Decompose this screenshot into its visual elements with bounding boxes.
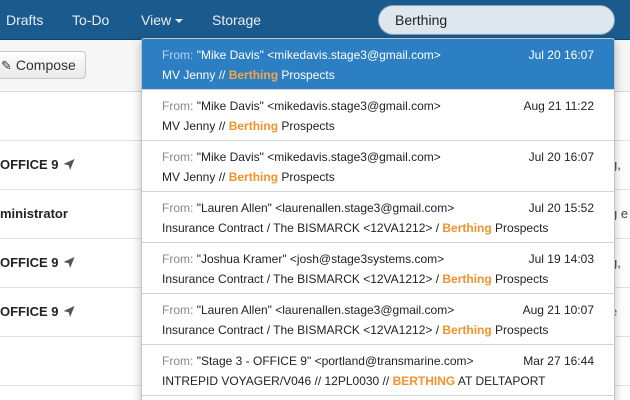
result-date: Jul 20 16:07 [528,150,594,164]
result-date: Jul 20 15:52 [528,201,594,215]
result-subject: Insurance Contract / The BISMARCK <12VA1… [162,272,549,286]
result-from: From: "Mike Davis" <mikedavis.stage3@gma… [162,150,441,164]
message-sender: OFFICE 9 [0,255,75,270]
result-date: Aug 21 10:07 [522,303,594,317]
message-sender: OFFICE 9 [0,304,75,319]
result-date: Jul 20 16:07 [528,48,594,62]
caret-down-icon [175,19,184,24]
pencil-icon: ✎ [1,58,12,73]
send-icon [63,257,75,268]
search-results-dropdown: From: "Mike Davis" <mikedavis.stage3@gma… [141,38,615,400]
result-subject: Insurance Contract / The BISMARCK <12VA1… [162,323,549,337]
result-from: From: "Mike Davis" <mikedavis.stage3@gma… [162,48,441,62]
search-result-item[interactable]: From: "Lauren Allen" <laurenallen.stage3… [142,294,614,345]
nav-view-label: View [141,12,172,28]
result-date: Jul 19 14:03 [528,252,594,266]
compose-label: Compose [15,57,76,73]
result-from: From: "Lauren Allen" <laurenallen.stage3… [162,201,455,215]
nav-storage[interactable]: Storage [212,0,261,40]
search-input[interactable] [378,5,615,35]
nav-drafts[interactable]: Drafts [6,0,43,40]
result-subject: MV Jenny // Berthing Prospects [162,68,335,82]
message-sender: ministrator [0,206,68,221]
result-from: From: "Mike Davis" <mikedavis.stage3@gma… [162,99,441,113]
nav-todo[interactable]: To-Do [72,0,109,40]
result-date: Mar 27 16:44 [523,354,594,368]
send-icon [63,306,75,317]
result-date: Aug 21 11:22 [523,99,594,113]
result-from: From: "Joshua Kramer" <josh@stage3system… [162,252,445,266]
result-from: From: "Stage 3 - OFFICE 9" <portland@tra… [162,354,474,368]
nav-view-dropdown[interactable]: View [141,0,184,40]
result-subject: MV Jenny // Berthing Prospects [162,170,335,184]
result-from: From: "Lauren Allen" <laurenallen.stage3… [162,303,455,317]
result-subject: INTREPID VOYAGER/V046 // 12PL0030 // BER… [162,374,546,388]
search-result-item[interactable]: From: "Mike Davis" <mikedavis.stage3@gma… [142,90,614,141]
send-icon [63,159,75,170]
result-subject: MV Jenny // Berthing Prospects [162,119,335,133]
search-result-item[interactable]: From: "Mike Davis" <mikedavis.stage3@gma… [142,141,614,192]
search-result-item[interactable]: From: "Mike Davis" <mikedavis.stage3@gma… [142,39,614,90]
top-navbar: Drafts To-Do View Storage [0,0,630,40]
result-subject: Insurance Contract / The BISMARCK <12VA1… [162,221,549,235]
search-result-item[interactable]: From: "Stage 3 - OFFICE 9" <portland@tra… [142,345,614,396]
compose-button[interactable]: ✎ Compose [0,51,86,79]
search-result-item[interactable]: From: "Lauren Allen" <laurenallen.stage3… [142,192,614,243]
search-result-item[interactable]: From: "Joshua Kramer" <josh@stage3system… [142,243,614,294]
message-sender: OFFICE 9 [0,157,75,172]
